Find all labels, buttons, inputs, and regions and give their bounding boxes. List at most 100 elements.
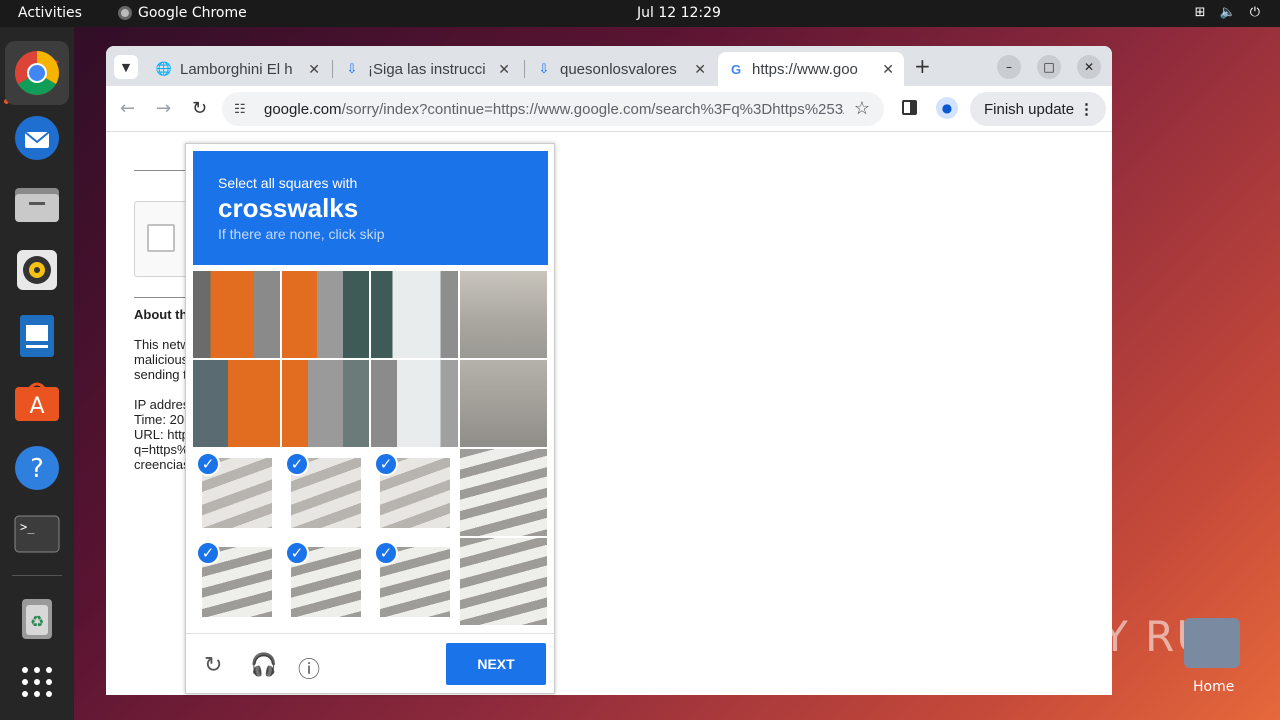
captcha-tile-selected[interactable]: ✓ xyxy=(371,538,458,625)
tab-title: https://www.goo xyxy=(752,60,858,78)
captcha-tile[interactable] xyxy=(460,360,547,447)
checkmark-icon: ✓ xyxy=(196,541,220,565)
tab-close-icon[interactable]: ✕ xyxy=(498,61,510,78)
tab-close-icon[interactable]: ✕ xyxy=(694,61,706,78)
captcha-tile-selected[interactable]: ✓ xyxy=(193,538,280,625)
side-panel-icon[interactable] xyxy=(902,100,917,115)
rhythmbox-icon[interactable] xyxy=(12,245,62,295)
tab-4-active[interactable]: G https://www.goo ✕ xyxy=(718,52,904,86)
download-icon: ⇩ xyxy=(346,61,358,76)
maximize-icon: □ xyxy=(1043,60,1055,74)
maximize-button[interactable]: □ xyxy=(1037,55,1061,79)
captcha-tile[interactable] xyxy=(282,360,369,447)
writer-icon[interactable] xyxy=(12,311,62,361)
finish-update-label: Finish update xyxy=(984,100,1075,118)
checkmark-icon: ✓ xyxy=(374,452,398,476)
bookmark-star-icon[interactable]: ☆ xyxy=(854,98,870,119)
tab-separator xyxy=(524,60,525,78)
home-folder-icon[interactable] xyxy=(1184,618,1240,668)
site-info-icon[interactable]: ☷ xyxy=(234,101,250,117)
help-icon[interactable]: ? xyxy=(12,443,62,493)
thunderbird-icon[interactable] xyxy=(12,113,62,163)
reload-icon[interactable]: ↻ xyxy=(192,98,207,119)
software-icon[interactable]: A xyxy=(12,377,62,427)
forward-icon[interactable]: → xyxy=(156,98,171,119)
captcha-grid: ✓ ✓ ✓ ✓ ✓ ✓ xyxy=(193,271,548,626)
tab-strip: ▼ 🌐 Lamborghini El h ✕ ⇩ ¡Siga las instr… xyxy=(106,46,1112,86)
checkmark-icon: ✓ xyxy=(374,541,398,565)
app-menu[interactable]: Google Chrome xyxy=(118,5,247,21)
tab-search-button[interactable]: ▼ xyxy=(114,55,138,79)
tab-title: ¡Siga las instrucci xyxy=(368,60,486,78)
chevron-down-icon: ▼ xyxy=(121,60,131,74)
chrome-small-icon xyxy=(118,6,132,20)
checkmark-icon: ✓ xyxy=(285,541,309,565)
captcha-tile[interactable] xyxy=(371,271,458,358)
apps-grid-icon[interactable] xyxy=(12,657,62,707)
system-tray[interactable]: ⊞ 🔈 ⏻ xyxy=(1195,5,1260,20)
close-icon: ✕ xyxy=(1083,60,1095,74)
tab-close-icon[interactable]: ✕ xyxy=(308,61,320,78)
address-bar[interactable]: ☷ google.com/sorry/index?continue=https:… xyxy=(222,92,884,126)
trash-icon[interactable]: ♻ xyxy=(12,593,62,643)
info-icon[interactable]: ⓘ xyxy=(298,652,320,684)
captcha-header: Select all squares with crosswalks If th… xyxy=(193,151,548,265)
power-icon: ⏻ xyxy=(1249,5,1260,20)
recaptcha-checkbox[interactable] xyxy=(147,224,175,252)
app-name: Google Chrome xyxy=(138,5,247,21)
captcha-keyword: crosswalks xyxy=(218,193,359,223)
svg-text:♻: ♻ xyxy=(30,612,44,631)
svg-text:A: A xyxy=(29,394,44,419)
captcha-tile[interactable] xyxy=(460,449,547,536)
paragraph-1: This netw malicious sending t xyxy=(134,337,186,382)
captcha-footer: ↻ 🎧 ⓘ NEXT xyxy=(186,633,554,694)
tab-3[interactable]: ⇩ quesonlosvalores ✕ xyxy=(526,52,716,86)
activities-button[interactable]: Activities xyxy=(18,5,82,21)
back-icon[interactable]: ← xyxy=(120,98,135,119)
terminal-icon[interactable]: >_ xyxy=(12,509,62,559)
captcha-tile-selected[interactable]: ✓ xyxy=(282,449,369,536)
kebab-menu-icon[interactable]: ⋮ xyxy=(1079,100,1094,118)
minimize-button[interactable]: – xyxy=(997,55,1021,79)
new-tab-button[interactable]: + xyxy=(914,54,931,78)
paragraph-2: IP addres Time: 20 URL: http q=https% creenc… xyxy=(134,397,186,472)
dock-separator xyxy=(12,575,62,576)
files-icon[interactable] xyxy=(12,179,62,229)
svg-text:?: ? xyxy=(30,454,44,484)
captcha-tile[interactable] xyxy=(371,360,458,447)
browser-toolbar: ← → ↻ ☷ google.com/sorry/index?continue=… xyxy=(106,86,1112,132)
reload-challenge-icon[interactable]: ↻ xyxy=(204,652,222,678)
chrome-icon[interactable] xyxy=(5,41,69,105)
captcha-tile[interactable] xyxy=(282,271,369,358)
top-bar: Activities Google Chrome Jul 12 12:29 ⊞ … xyxy=(0,0,1280,27)
tab-close-icon[interactable]: ✕ xyxy=(882,61,894,78)
clock[interactable]: Jul 12 12:29 xyxy=(637,5,721,21)
captcha-tile-selected[interactable]: ✓ xyxy=(371,449,458,536)
captcha-challenge: Select all squares with crosswalks If th… xyxy=(185,143,555,694)
close-window-button[interactable]: ✕ xyxy=(1077,55,1101,79)
finish-update-button[interactable]: Finish update ⋮ xyxy=(970,92,1106,126)
about-heading: About th xyxy=(134,307,186,322)
network-icon: ⊞ xyxy=(1194,5,1206,20)
tab-title: Lamborghini El h xyxy=(180,60,293,78)
dock: A ? >_ ♻ xyxy=(0,27,74,720)
captcha-tile[interactable] xyxy=(193,271,280,358)
tab-2[interactable]: ⇩ ¡Siga las instrucci ✕ xyxy=(334,52,520,86)
next-button[interactable]: NEXT xyxy=(446,643,546,685)
google-icon: G xyxy=(730,61,742,77)
svg-text:>_: >_ xyxy=(20,520,35,534)
captcha-skip-hint: If there are none, click skip xyxy=(218,226,385,242)
captcha-tile[interactable] xyxy=(460,538,547,625)
globe-icon: 🌐 xyxy=(155,61,173,76)
tab-1[interactable]: 🌐 Lamborghini El h ✕ xyxy=(146,52,330,86)
captcha-tile-selected[interactable]: ✓ xyxy=(282,538,369,625)
captcha-tile[interactable] xyxy=(193,360,280,447)
minimize-icon: – xyxy=(1006,60,1012,74)
audio-challenge-icon[interactable]: 🎧 xyxy=(250,652,277,678)
profile-avatar-icon[interactable]: ● xyxy=(936,97,958,119)
captcha-tile[interactable] xyxy=(460,271,547,358)
checkmark-icon: ✓ xyxy=(285,452,309,476)
captcha-tile-selected[interactable]: ✓ xyxy=(193,449,280,536)
tab-separator xyxy=(332,60,333,78)
tab-title: quesonlosvalores xyxy=(560,60,677,78)
